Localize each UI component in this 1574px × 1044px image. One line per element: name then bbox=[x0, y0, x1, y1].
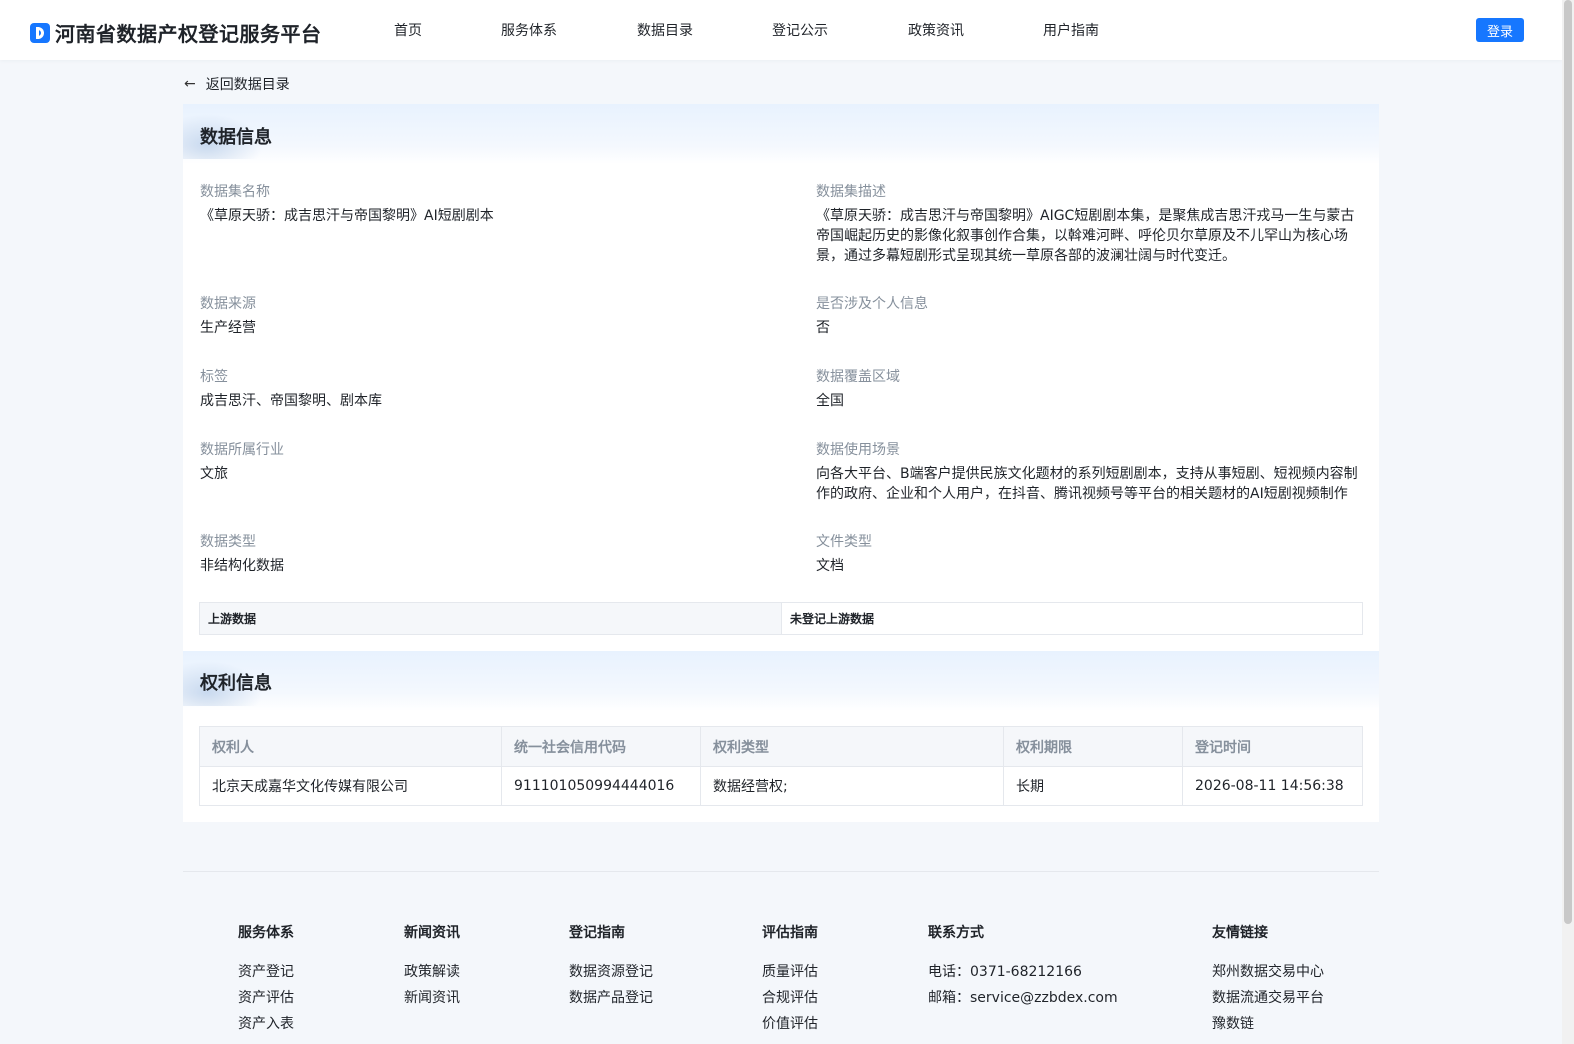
table-row: 北京天成嘉华文化传媒有限公司 911101050994444016 数据经营权;… bbox=[199, 766, 1363, 806]
nav-data-catalog[interactable]: 数据目录 bbox=[637, 20, 693, 40]
footer-column-registration-guide: 登记指南 数据资源登记 数据产品登记 bbox=[569, 922, 653, 1014]
footer-title: 评估指南 bbox=[762, 925, 818, 941]
footer-column-services: 服务体系 资产登记 资产评估 资产入表 bbox=[238, 922, 294, 1040]
file-type-label: 文件类型 bbox=[816, 534, 872, 550]
footer-column-friend-links: 友情链接 郑州数据交易中心 数据流通交易平台 豫数链 bbox=[1212, 922, 1324, 1040]
column-header-right-term: 权利期限 bbox=[1003, 726, 1183, 767]
nav-registration-notice[interactable]: 登记公示 bbox=[772, 20, 828, 40]
footer-link[interactable]: 合规评估 bbox=[762, 988, 818, 1014]
usage-scenario-value: 向各大平台、B端客户提供民族文化题材的系列短剧剧本，支持从事短剧、短视频内容制作… bbox=[816, 466, 1358, 502]
footer-link[interactable]: 资产入表 bbox=[238, 1014, 294, 1040]
footer-link[interactable]: 数据流通交易平台 bbox=[1212, 988, 1324, 1014]
data-source-label: 数据来源 bbox=[200, 296, 256, 312]
detail-card: 数据信息 数据集名称 《草原天骄：成吉思汗与帝国黎明》AI短剧剧本 数据集描述 … bbox=[183, 104, 1379, 822]
column-header-owner: 权利人 bbox=[199, 726, 502, 767]
upstream-data-label: 上游数据 bbox=[200, 603, 782, 634]
dataset-name-label: 数据集名称 bbox=[200, 184, 270, 200]
footer-link[interactable]: 数据资源登记 bbox=[569, 962, 653, 988]
dataset-name-value: 《草原天骄：成吉思汗与帝国黎明》AI短剧剧本 bbox=[200, 208, 494, 224]
site-logo[interactable]: 河南省数据产权登记服务平台 bbox=[30, 18, 322, 47]
footer-title: 联系方式 bbox=[928, 925, 984, 941]
data-type-label: 数据类型 bbox=[200, 534, 256, 550]
nav-services[interactable]: 服务体系 bbox=[501, 20, 557, 40]
rights-table: 权利人 统一社会信用代码 权利类型 权利期限 登记时间 北京天成嘉华文化传媒有限… bbox=[199, 726, 1363, 806]
footer-column-news: 新闻资讯 政策解读 新闻资讯 bbox=[404, 922, 460, 1014]
footer-link[interactable]: 数据产品登记 bbox=[569, 988, 653, 1014]
column-header-registration-time: 登记时间 bbox=[1182, 726, 1363, 767]
industry-label: 数据所属行业 bbox=[200, 442, 284, 458]
contact-email[interactable]: 邮箱：service@zzbdex.com bbox=[928, 988, 1118, 1014]
credit-code-cell: 911101050994444016 bbox=[501, 766, 701, 806]
rights-info-header: 权利信息 bbox=[183, 651, 1379, 711]
nav-user-guide[interactable]: 用户指南 bbox=[1043, 20, 1099, 40]
footer-link[interactable]: 资产评估 bbox=[238, 988, 294, 1014]
logo-icon bbox=[30, 22, 50, 43]
upstream-data-value: 未登记上游数据 bbox=[790, 612, 875, 626]
personal-info-value: 否 bbox=[816, 320, 830, 336]
footer-title: 友情链接 bbox=[1212, 925, 1268, 941]
rights-info-title: 权利信息 bbox=[200, 673, 272, 694]
data-source-value: 生产经营 bbox=[200, 320, 256, 336]
footer-link[interactable]: 质量评估 bbox=[762, 962, 818, 988]
column-header-credit-code: 统一社会信用代码 bbox=[501, 726, 701, 767]
footer-link[interactable]: 郑州数据交易中心 bbox=[1212, 962, 1324, 988]
contact-phone: 电话：0371-68212166 bbox=[928, 964, 1082, 980]
data-type-value: 非结构化数据 bbox=[200, 558, 284, 574]
footer-column-contact: 联系方式 电话：0371-68212166 邮箱：service@zzbdex.… bbox=[928, 922, 1118, 1014]
registration-time-cell: 2026-08-11 14:56:38 bbox=[1182, 766, 1363, 806]
footer-link[interactable]: 资产登记 bbox=[238, 962, 294, 988]
footer-divider bbox=[183, 871, 1379, 872]
data-info-title: 数据信息 bbox=[200, 127, 272, 148]
footer-link[interactable]: 政策解读 bbox=[404, 962, 460, 988]
arrow-left-icon: ← bbox=[184, 76, 196, 92]
footer-column-evaluation-guide: 评估指南 质量评估 合规评估 价值评估 bbox=[762, 922, 818, 1040]
right-term-cell: 长期 bbox=[1003, 766, 1183, 806]
scrollbar-thumb[interactable] bbox=[1564, 0, 1572, 924]
site-title: 河南省数据产权登记服务平台 bbox=[55, 22, 322, 46]
dataset-description-value: 《草原天骄：成吉思汗与帝国黎明》AIGC短剧剧本集，是聚焦成吉思汗戎马一生与蒙古… bbox=[816, 208, 1355, 264]
owner-cell: 北京天成嘉华文化传媒有限公司 bbox=[199, 766, 502, 806]
tags-label: 标签 bbox=[200, 369, 228, 385]
nav-home[interactable]: 首页 bbox=[394, 20, 422, 40]
column-header-right-type: 权利类型 bbox=[700, 726, 1004, 767]
right-type-cell: 数据经营权; bbox=[700, 766, 1004, 806]
footer-link[interactable]: 新闻资讯 bbox=[404, 988, 460, 1014]
tags-value: 成吉思汗、帝国黎明、剧本库 bbox=[200, 393, 382, 409]
upstream-data-row: 上游数据 未登记上游数据 bbox=[199, 602, 1363, 635]
industry-value: 文旅 bbox=[200, 466, 228, 482]
usage-scenario-label: 数据使用场景 bbox=[816, 442, 900, 458]
data-info-header: 数据信息 bbox=[183, 104, 1379, 164]
file-type-value: 文档 bbox=[816, 558, 844, 574]
top-header: 河南省数据产权登记服务平台 首页 服务体系 数据目录 登记公示 政策资讯 用户指… bbox=[0, 0, 1562, 60]
login-button[interactable]: 登录 bbox=[1476, 18, 1524, 42]
back-label: 返回数据目录 bbox=[205, 77, 290, 93]
coverage-area-value: 全国 bbox=[816, 393, 844, 409]
coverage-area-label: 数据覆盖区域 bbox=[816, 369, 900, 385]
rights-table-header: 权利人 统一社会信用代码 权利类型 权利期限 登记时间 bbox=[199, 726, 1363, 767]
footer-link[interactable]: 豫数链 bbox=[1212, 1014, 1324, 1040]
footer-title: 登记指南 bbox=[569, 925, 625, 941]
personal-info-label: 是否涉及个人信息 bbox=[816, 296, 928, 312]
footer-title: 服务体系 bbox=[238, 925, 294, 941]
dataset-description-label: 数据集描述 bbox=[816, 184, 886, 200]
footer-link[interactable]: 价值评估 bbox=[762, 1014, 818, 1040]
nav-policy-news[interactable]: 政策资讯 bbox=[908, 20, 964, 40]
footer-title: 新闻资讯 bbox=[404, 925, 460, 941]
back-to-catalog-link[interactable]: ← 返回数据目录 bbox=[184, 74, 290, 94]
